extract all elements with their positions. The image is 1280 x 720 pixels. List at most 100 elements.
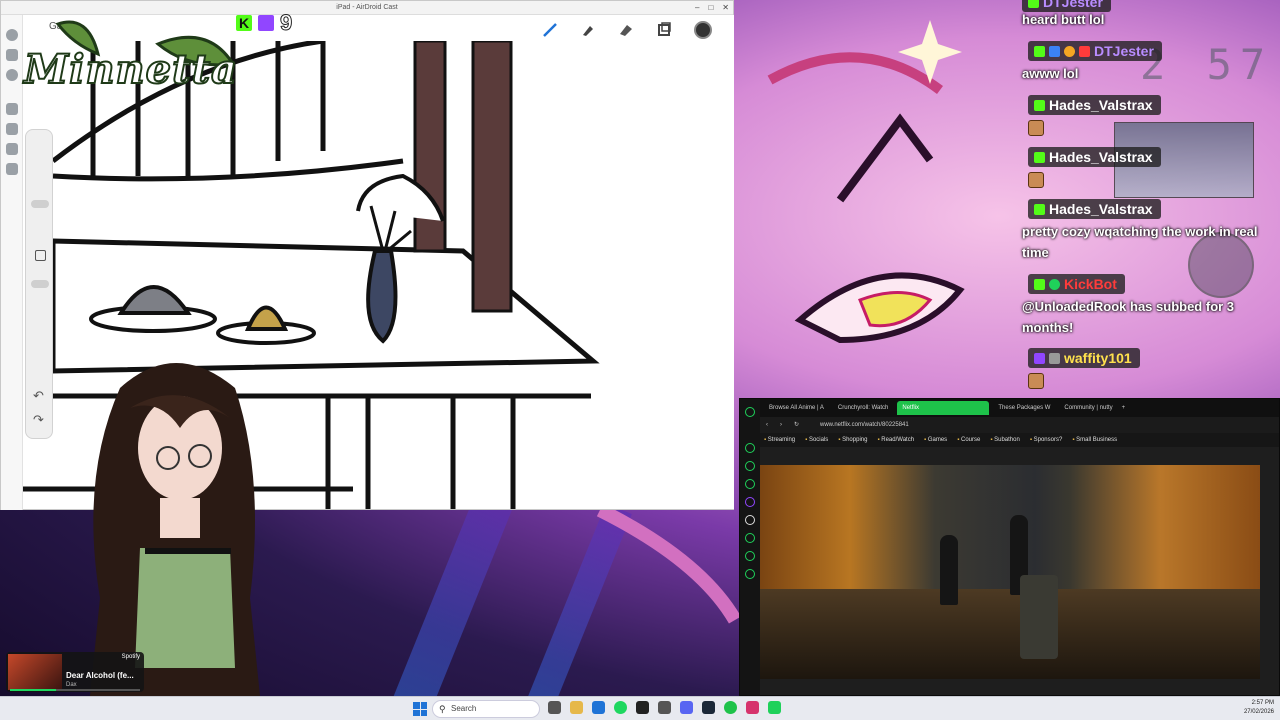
window-controls: – □ ✕ [695,1,729,15]
color-picker[interactable] [694,21,712,39]
brush-size-slider[interactable] [31,200,49,208]
back-icon[interactable]: ‹ [766,417,768,433]
tab-crunchyroll[interactable]: Crunchyroll: Watch [833,401,893,415]
opera-logo-icon[interactable] [745,407,755,417]
chat-message: Hades_Valstrax [1028,95,1161,116]
chat-emote [1028,172,1044,193]
smudge-icon[interactable] [580,22,596,38]
edge-icon[interactable] [592,701,605,714]
bookmark-item[interactable]: Read/Watch [877,437,914,443]
close-button[interactable]: ✕ [722,1,729,15]
twitch-badge-icon [1034,352,1045,364]
app-icon[interactable] [636,701,649,714]
modify-button[interactable] [35,250,46,261]
browser-tabstrip: Browse All Anime | A Crunchyroll: Watch … [760,399,1279,417]
spotify-brand-label: Spotify [121,654,140,660]
bookmarks-bar: Streaming Socials Shopping Read/Watch Ga… [760,433,1279,447]
opera-gx-icon[interactable] [724,701,737,714]
x-sidebar-icon[interactable] [745,515,755,525]
browser-window: Browse All Anime | A Crunchyroll: Watch … [739,398,1280,696]
chat-username-pill: Hades_Valstrax [1028,199,1161,219]
bookmark-item[interactable]: Course [957,437,980,443]
minimize-button[interactable]: – [695,1,699,15]
tab-packages[interactable]: These Packages W [993,401,1055,415]
reload-icon[interactable]: ↻ [794,417,799,433]
vtuber-avatar [90,363,260,696]
bookmark-item[interactable]: Shopping [838,437,867,443]
bookmark-item[interactable]: Subathon [990,437,1020,443]
opacity-slider[interactable] [31,280,49,288]
bookmark-item[interactable]: Small Business [1072,437,1117,443]
track-artist: Dax [66,682,77,688]
chat-message: DTJester [1028,41,1162,62]
taskbar-search[interactable]: Search [432,700,540,718]
tab-netflix[interactable]: Netflix [897,401,990,415]
start-button[interactable] [413,702,427,716]
document-icon[interactable] [5,163,18,175]
bookmark-item[interactable]: Streaming [764,437,795,443]
settings-icon[interactable] [745,569,755,579]
pointer-icon[interactable] [5,49,18,61]
system-tray[interactable]: 2:57 PM 27/02/2026 [1244,699,1274,717]
discord-icon[interactable] [680,701,693,714]
video-figure [940,535,958,605]
task-view-icon[interactable] [548,701,561,714]
app-icon[interactable] [658,701,671,714]
spotify-icon[interactable] [614,701,627,714]
chat-emote [1028,373,1044,394]
sidebar-app-icon[interactable] [745,533,755,543]
chat-username-pill: KickBot [1028,274,1125,294]
cast-titlebar: iPad - AirDroid Cast – □ ✕ [1,1,733,15]
chat-username-pill: waffity101 [1028,348,1140,368]
user-icon[interactable] [5,29,18,41]
tools-icon[interactable] [5,103,18,115]
kick-badge-icon [1034,203,1045,215]
app-icon[interactable] [746,701,759,714]
file-explorer-icon[interactable] [570,701,583,714]
screenshot-icon[interactable] [5,123,18,135]
redo-icon[interactable]: ↷ [33,412,44,428]
chat-username: Hades_Valstrax [1049,201,1153,217]
netflix-video-player[interactable] [760,465,1260,679]
track-progress-bar [10,689,140,691]
tab-community[interactable]: Community | nutty [1059,401,1117,415]
settings-icon[interactable] [5,69,18,81]
eraser-icon[interactable] [618,22,634,38]
sidebar-app-icon[interactable] [745,479,755,489]
subscriber-badge: K 9 [236,10,293,36]
forward-icon[interactable]: › [780,417,782,433]
brush-icon[interactable] [542,22,558,38]
pinned-apps [548,701,781,714]
bookmark-item[interactable]: Games [924,437,947,443]
layers-icon[interactable] [656,22,672,38]
emote-icon [1028,373,1044,389]
verified-badge-icon [1049,45,1060,57]
coin-badge-icon [1064,45,1075,57]
sidebar-app-icon[interactable] [745,443,755,453]
chat-username-pill: Hades_Valstrax [1028,95,1161,115]
channel-logo: Minnetta [18,14,240,96]
record-icon[interactable] [5,143,18,155]
chat-text: @UnloadedRook has subbed for 3 months! [1022,299,1235,335]
kick-badge-icon [1028,0,1039,8]
undo-icon[interactable]: ↶ [33,388,44,404]
chat-emote [1028,120,1044,141]
address-bar[interactable]: ‹ › ↻ www.netflix.com/watch/80225841 [760,417,1279,433]
app-icon[interactable] [768,701,781,714]
chat-username: Hades_Valstrax [1049,149,1153,165]
track-title: Dear Alcohol (fe... [66,671,134,680]
video-floor [760,589,1260,679]
maximize-button[interactable]: □ [708,1,713,15]
new-tab-button[interactable]: + [1122,405,1126,411]
kick-badge-icon [1034,99,1045,111]
chat-username: waffity101 [1064,350,1132,366]
clock-time: 2:57 PM [1251,700,1274,706]
steam-icon[interactable] [702,701,715,714]
tab-browse-anime[interactable]: Browse All Anime | A [764,401,829,415]
sidebar-app-icon[interactable] [745,551,755,561]
chat-overlay: DTJester heard butt lol DTJester awww lo… [1022,0,1280,398]
bookmark-item[interactable]: Sponsors? [1030,437,1063,443]
bookmark-item[interactable]: Socials [805,437,828,443]
twitch-sidebar-icon[interactable] [745,497,755,507]
sidebar-app-icon[interactable] [745,461,755,471]
